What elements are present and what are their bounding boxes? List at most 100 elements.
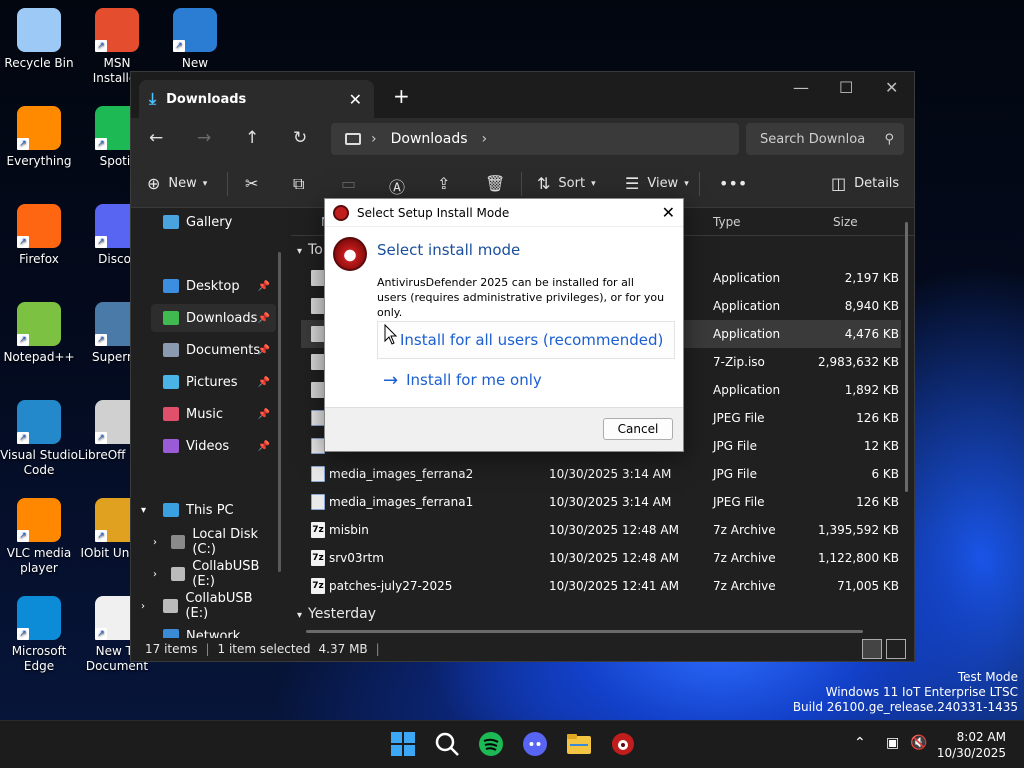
sidebar-item[interactable]: › Local Disk (C:) xyxy=(131,527,276,557)
close-icon[interactable]: ✕ xyxy=(662,203,675,222)
file-name: srv03rtm xyxy=(329,551,384,565)
paste-icon[interactable]: ▭ xyxy=(341,174,364,193)
file-row[interactable]: media_images_ferrana1 10/30/2025 3:14 AM J… xyxy=(301,488,901,516)
status-bar: 17 items | 1 item selected 4.37 MB | xyxy=(131,637,914,661)
rename-icon[interactable]: Ⓐ xyxy=(389,174,413,198)
chevron-right-icon[interactable]: › xyxy=(153,537,157,548)
file-type: Application xyxy=(713,299,781,313)
folder-icon xyxy=(163,439,179,453)
details-button[interactable]: ◫ Details xyxy=(831,174,899,193)
file-row[interactable]: media_images_ferrana2 10/30/2025 3:14 AM J… xyxy=(301,460,901,488)
details-view-icon[interactable] xyxy=(862,639,882,659)
file-explorer-icon[interactable] xyxy=(566,731,592,757)
refresh-icon[interactable]: ↻ xyxy=(293,128,307,148)
minimize-icon[interactable]: — xyxy=(793,78,809,97)
desktop-icon-label: Visual Studio Code xyxy=(0,448,78,477)
cancel-button[interactable]: Cancel xyxy=(603,418,673,440)
horizontal-scrollbar[interactable] xyxy=(306,630,863,633)
desktop-icon[interactable]: ↗ Microsoft Edge xyxy=(0,596,78,674)
delete-icon[interactable]: 🗑 xyxy=(485,174,513,193)
file-name: patches-july27-2025 xyxy=(329,579,453,593)
address-bar[interactable]: › Downloads › xyxy=(331,123,739,155)
file-icon xyxy=(311,382,325,398)
start-windows-icon[interactable] xyxy=(390,731,416,757)
tiles-view-icon[interactable] xyxy=(886,639,906,659)
details-label: Details xyxy=(854,176,900,191)
system-clock[interactable]: 8:02 AM 10/30/2025 xyxy=(937,729,1006,761)
file-row[interactable]: 7z patches-july27-2025 10/30/2025 12:41 AM… xyxy=(301,572,901,600)
sidebar-item[interactable]: Desktop 📌 xyxy=(131,272,276,300)
image-file-icon xyxy=(311,410,325,426)
view-button[interactable]: ☰ View ▾ xyxy=(625,174,689,193)
file-list-scrollbar[interactable] xyxy=(905,222,908,492)
network-icon[interactable]: ▣ xyxy=(886,735,899,751)
desktop-icon[interactable]: ↗ Everything xyxy=(0,106,78,169)
file-size: 126 KB xyxy=(856,411,899,425)
close-window-icon[interactable]: ✕ xyxy=(885,78,898,97)
folder-icon xyxy=(163,311,179,325)
forward-arrow-icon[interactable]: → xyxy=(197,128,211,148)
column-type[interactable]: Type xyxy=(713,215,741,229)
search-input[interactable]: Search Downloa ⚲ xyxy=(746,123,904,155)
discord-icon[interactable] xyxy=(522,731,548,757)
column-size[interactable]: Size xyxy=(833,215,858,229)
file-date: 10/30/2025 12:48 AM xyxy=(549,523,679,537)
volume-muted-icon[interactable]: 🔇 xyxy=(910,735,927,751)
sidebar-item-label: CollabUSB (E:) xyxy=(185,591,253,621)
details-pane-icon: ◫ xyxy=(831,174,847,193)
breadcrumb-chevron-icon[interactable]: › xyxy=(482,131,488,147)
watermark-line3: Build 26100.ge_release.240331-1435 xyxy=(792,700,1018,714)
desktop-icon[interactable]: ↗ New xyxy=(156,8,234,71)
install-me-only-option[interactable]: → Install for me only xyxy=(377,361,675,399)
new-tab-button[interactable]: + xyxy=(393,84,410,108)
more-options-icon[interactable]: ••• xyxy=(719,174,747,193)
sidebar-item[interactable]: › CollabUSB (E:) xyxy=(131,559,276,589)
sort-button[interactable]: ⇅ Sort ▾ xyxy=(537,174,596,193)
sidebar-item-label: Downloads xyxy=(186,310,258,326)
sidebar-item[interactable]: Gallery xyxy=(131,208,276,236)
desktop-icon-label: Microsoft Edge xyxy=(11,644,67,673)
sidebar-item[interactable]: Music 📌 xyxy=(131,400,276,428)
search-icon[interactable] xyxy=(434,731,460,757)
folder-icon xyxy=(163,215,179,229)
sidebar-item[interactable]: ▾ This PC xyxy=(131,496,276,524)
setup-app-icon[interactable] xyxy=(610,731,636,757)
sidebar-item[interactable]: Network xyxy=(131,622,276,638)
install-all-users-option[interactable]: Install for all users (recommended) xyxy=(377,321,675,359)
image-file-icon xyxy=(311,466,325,482)
maximize-icon[interactable]: ☐ xyxy=(839,78,853,97)
group-yesterday[interactable]: ▾ Yesterday xyxy=(297,606,376,622)
desktop-icon[interactable]: ↗ VLC media player xyxy=(0,498,78,576)
share-icon[interactable]: ⇪ xyxy=(437,174,458,193)
chevron-right-icon[interactable]: › xyxy=(141,601,145,612)
breadcrumb-downloads[interactable]: Downloads xyxy=(391,131,468,147)
file-row[interactable]: 7z misbin 10/30/2025 12:48 AM 7z Archive 1,3… xyxy=(301,516,901,544)
sidebar-item[interactable]: Videos 📌 xyxy=(131,432,276,460)
desktop-icon[interactable]: ↗ Firefox xyxy=(0,204,78,267)
cut-icon[interactable]: ✂ xyxy=(245,174,266,193)
desktop-icon[interactable]: Recycle Bin xyxy=(0,8,78,71)
chevron-down-icon: ▾ xyxy=(591,178,596,189)
file-size: 8,940 KB xyxy=(844,299,899,313)
file-date: 10/30/2025 12:48 AM xyxy=(549,551,679,565)
sidebar-scrollbar[interactable] xyxy=(278,252,281,572)
new-button[interactable]: ⊕ New ▾ xyxy=(147,174,207,193)
desktop-icon[interactable]: ↗ Notepad++ xyxy=(0,302,78,365)
up-arrow-icon[interactable]: ↑ xyxy=(245,128,259,148)
copy-icon[interactable]: ⧉ xyxy=(293,174,312,194)
chevron-down-icon[interactable]: ▾ xyxy=(141,505,146,516)
group-today[interactable]: ▾ To xyxy=(297,242,323,258)
tab-downloads[interactable]: ⤓ Downloads ✕ xyxy=(139,80,374,118)
sidebar-item[interactable]: Documents 📌 xyxy=(131,336,276,364)
desktop-icon[interactable]: ↗ Visual Studio Code xyxy=(0,400,78,478)
chevron-down-icon: ▾ xyxy=(684,178,689,189)
close-tab-icon[interactable]: ✕ xyxy=(349,90,362,109)
file-row[interactable]: 7z srv03rtm 10/30/2025 12:48 AM 7z Archive 1… xyxy=(301,544,901,572)
sidebar-item[interactable]: Downloads 📌 xyxy=(151,304,276,332)
back-arrow-icon[interactable]: ← xyxy=(149,128,163,148)
show-hidden-icons-chevron-icon[interactable]: ⌃ xyxy=(854,735,866,751)
spotify-icon[interactable] xyxy=(478,731,504,757)
chevron-right-icon[interactable]: › xyxy=(153,569,157,580)
sidebar-item[interactable]: › CollabUSB (E:) xyxy=(131,591,276,621)
sidebar-item[interactable]: Pictures 📌 xyxy=(131,368,276,396)
